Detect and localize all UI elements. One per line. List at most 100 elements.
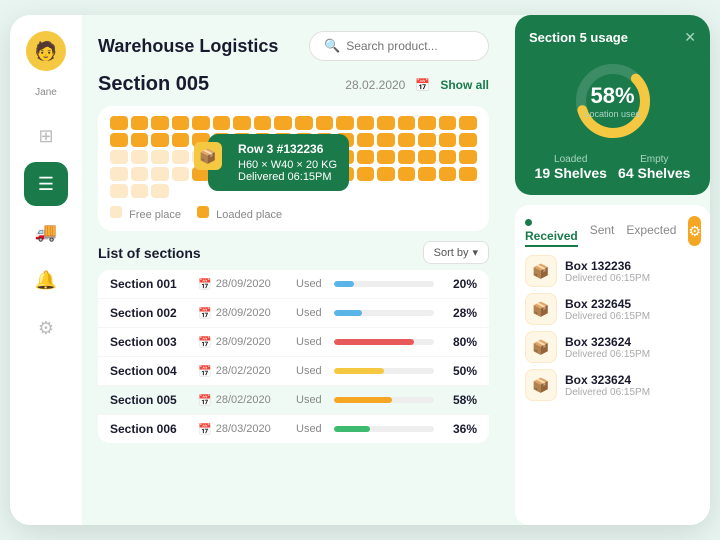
progress-bar [334, 281, 434, 287]
table-row[interactable]: Section 001 📅 28/09/2020 Used 20% [98, 270, 489, 299]
pkg-tab-sent[interactable]: Sent [590, 223, 615, 239]
table-row[interactable]: Section 004 📅 28/02/2020 Used 50% [98, 357, 489, 386]
section-percentage: 20% [442, 277, 477, 291]
section-date: 📅 28/02/2020 [198, 365, 288, 378]
table-row[interactable]: Section 002 📅 28/09/2020 Used 28% [98, 299, 489, 328]
list-item[interactable]: 📦 Box 323624 Delivered 06:15PM [525, 331, 700, 363]
shelf-cell [418, 150, 436, 164]
shelf-cell [172, 133, 190, 147]
package-icon: 📦 [525, 293, 557, 325]
shelf-cell [439, 133, 457, 147]
table-row[interactable]: Section 006 📅 28/03/2020 Used 36% [98, 415, 489, 443]
shelf-cell [151, 116, 169, 130]
main-content: Warehouse Logistics 🔍 Section 005 28.02.… [82, 15, 505, 525]
shelf-cell [357, 167, 375, 181]
active-tab-dot [525, 219, 532, 226]
shelf-cell [336, 116, 354, 130]
shelf-cell [131, 167, 149, 181]
close-button[interactable]: ✕ [684, 29, 696, 46]
shelf-cell [439, 150, 457, 164]
shelf-cell [377, 184, 395, 198]
shelf-cell [357, 133, 375, 147]
legend-free: Free place [110, 206, 181, 221]
pkg-tab-expected[interactable]: Expected [626, 223, 676, 239]
empty-label: Empty [618, 154, 690, 165]
search-bar[interactable]: 🔍 [309, 31, 489, 61]
loaded-label: Loaded [535, 154, 607, 165]
list-item[interactable]: 📦 Box 323624 Delivered 06:15PM [525, 369, 700, 401]
progress-bar [334, 368, 434, 374]
list-header: List of sections Sort by ▾ [98, 241, 489, 264]
sidebar-item-dashboard[interactable]: ⊞ [24, 114, 68, 158]
user-name: Jane [35, 87, 57, 98]
shelf-cell [151, 167, 169, 181]
pkg-list: 📦 Box 132236 Delivered 06:15PM 📦 Box 232… [525, 255, 700, 401]
progress-fill [334, 368, 384, 374]
usage-card: Section 5 usage ✕ 58% Location used Load… [515, 15, 710, 195]
free-dot [110, 206, 122, 218]
sidebar-item-settings[interactable]: ⚙ [24, 306, 68, 350]
shelf-cell [131, 133, 149, 147]
pkg-tabs: Received Sent Expected ⚙ [525, 215, 700, 247]
sections-table: Section 001 📅 28/09/2020 Used 20% Sectio… [98, 270, 489, 443]
filter-button[interactable]: ⚙ [688, 216, 701, 246]
avatar: 🧑 [26, 31, 66, 71]
list-item[interactable]: 📦 Box 132236 Delivered 06:15PM [525, 255, 700, 287]
sidebar-item-delivery[interactable]: 🚚 [24, 210, 68, 254]
progress-bar [334, 310, 434, 316]
sort-button[interactable]: Sort by ▾ [423, 241, 489, 264]
shelf-cell [459, 184, 477, 198]
shelf-cell [418, 133, 436, 147]
shelf-cell [131, 150, 149, 164]
donut-container: 58% Location used [529, 56, 696, 146]
section-date: 📅 28/09/2020 [198, 307, 288, 320]
used-label: Used [296, 278, 326, 290]
package-name: Box 323624 [565, 335, 650, 349]
package-time: Delivered 06:15PM [565, 349, 650, 360]
tooltip-delivery: Delivered 06:15PM [238, 171, 337, 183]
table-row[interactable]: Section 005 📅 28/02/2020 Used 58% [98, 386, 489, 415]
section-percentage: 28% [442, 306, 477, 320]
shelf-cell [398, 116, 416, 130]
stat-empty: Empty 64 Shelves [618, 154, 690, 181]
list-item[interactable]: 📦 Box 232645 Delivered 06:15PM [525, 293, 700, 325]
legend: Free place Loaded place [110, 206, 477, 221]
section-date: 28.02.2020 [345, 78, 405, 92]
shelf-cell [131, 116, 149, 130]
shelf-cell [110, 133, 128, 147]
shelf-cell [377, 150, 395, 164]
progress-fill [334, 339, 414, 345]
section-name: Section 006 [110, 422, 190, 436]
show-all-link[interactable]: Show all [440, 78, 489, 92]
shelf-cell [274, 116, 292, 130]
shelf-cell [192, 116, 210, 130]
shelf-cell [110, 167, 128, 181]
section-name: Section 001 [110, 277, 190, 291]
tooltip-box: 📦 Row 3 #132236 H60 × W40 × 20 KG Delive… [208, 134, 349, 191]
search-input[interactable] [346, 39, 474, 53]
package-icon: 📦 [525, 369, 557, 401]
table-row[interactable]: Section 003 📅 28/09/2020 Used 80% [98, 328, 489, 357]
section-date: 📅 28/03/2020 [198, 423, 288, 436]
header: Warehouse Logistics 🔍 [98, 31, 489, 61]
shelf-cell [151, 133, 169, 147]
shelf-cell [172, 150, 190, 164]
sidebar-item-notifications[interactable]: 🔔 [24, 258, 68, 302]
pkg-tab-received[interactable]: Received [525, 215, 578, 247]
shelf-cell [439, 167, 457, 181]
shelf-cell [377, 133, 395, 147]
shelf-cell [172, 184, 190, 198]
shelf-cell [131, 184, 149, 198]
package-info: Box 323624 Delivered 06:15PM [565, 373, 650, 398]
chevron-down-icon: ▾ [472, 246, 478, 259]
sidebar-item-inventory[interactable]: ☰ [24, 162, 68, 206]
package-time: Delivered 06:15PM [565, 273, 650, 284]
sort-label: Sort by [434, 247, 469, 259]
used-label: Used [296, 423, 326, 435]
shelf-cell [398, 167, 416, 181]
tooltip-title: Row 3 #132236 [238, 142, 337, 156]
shelf-cell [418, 167, 436, 181]
donut-percentage: 58% [590, 83, 634, 109]
progress-fill [334, 310, 362, 316]
donut-label: Location used [584, 109, 640, 119]
